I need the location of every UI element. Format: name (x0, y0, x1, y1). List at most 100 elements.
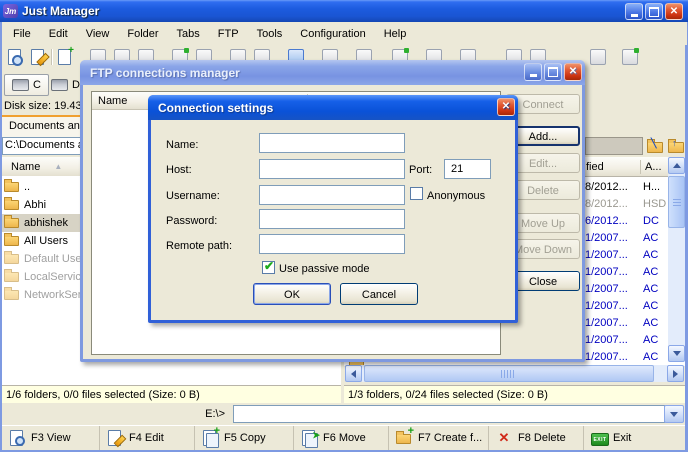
name-field[interactable] (259, 133, 405, 153)
table-row[interactable]: 6/2012...DC (585, 213, 669, 229)
go-to-root-button[interactable]: ╲ (646, 138, 664, 154)
close-icon: ✕ (569, 67, 577, 77)
left-path-input[interactable] (3, 138, 83, 151)
modified-header-label: fied (585, 161, 640, 173)
list-item[interactable]: Abhi (2, 196, 82, 214)
scroll-left-button[interactable] (345, 365, 362, 382)
menu-tools[interactable]: Tools (248, 24, 292, 44)
menu-ftp[interactable]: FTP (209, 24, 248, 44)
toolbar-icon[interactable] (622, 49, 638, 65)
list-item-selected[interactable]: abhishek (2, 214, 82, 232)
scroll-right-button[interactable] (667, 365, 684, 382)
menu-edit[interactable]: Edit (40, 24, 77, 44)
scroll-up-button[interactable] (668, 157, 685, 174)
tab-documents-and-settings[interactable]: Documents and (2, 115, 84, 137)
remote-path-label: Remote path: (166, 240, 232, 252)
horizontal-scrollbar-thumb[interactable] (364, 365, 654, 382)
f6-move-button[interactable]: ➤ F6 Move (294, 426, 389, 450)
command-history-dropdown-button[interactable] (664, 405, 684, 423)
close-icon: ✕ (670, 7, 678, 17)
command-line-row: E:\> (2, 403, 685, 425)
settings-close-button[interactable]: ✕ (497, 98, 515, 116)
menu-configuration[interactable]: Configuration (291, 24, 374, 44)
host-field[interactable] (259, 159, 405, 179)
ftp-close-button[interactable]: ✕ (564, 63, 582, 81)
remote-path-field[interactable] (259, 234, 405, 254)
maximize-button[interactable] (645, 3, 663, 20)
view-icon[interactable] (8, 49, 21, 65)
new-folder-icon: + (396, 430, 412, 446)
list-item[interactable]: Default Use (2, 250, 82, 268)
vertical-scrollbar-thumb[interactable] (668, 176, 685, 228)
right-path-bar[interactable] (585, 137, 643, 155)
left-name-column-header[interactable]: Name ▲ (2, 157, 83, 177)
disk-size-text: Disk size: 19.43 (4, 100, 80, 112)
table-row[interactable]: 1/2007...AC (585, 264, 669, 280)
settings-dialog-title: Connection settings (158, 101, 273, 115)
table-row[interactable]: 8/2012...HSD (585, 196, 669, 212)
right-status-text: 1/3 folders, 0/24 files selected (Size: … (348, 389, 548, 401)
column-divider (640, 160, 641, 174)
password-field[interactable] (259, 209, 405, 229)
ftp-maximize-button[interactable] (544, 63, 562, 81)
chevron-down-icon (670, 412, 678, 417)
name-label: Name: (166, 139, 198, 151)
passive-mode-label: Use passive mode (279, 263, 370, 275)
drive-c-button[interactable]: C (4, 74, 49, 96)
scroll-down-button[interactable] (668, 345, 685, 362)
menu-view[interactable]: View (77, 24, 119, 44)
username-label: Username: (166, 190, 220, 202)
right-columns-header[interactable]: fied A... (585, 157, 669, 177)
edit-icon[interactable] (31, 49, 44, 65)
menu-file[interactable]: File (4, 24, 40, 44)
username-field[interactable] (259, 185, 405, 205)
list-item[interactable]: NetworkSer (2, 286, 82, 304)
table-row[interactable]: 1/2007...AC (585, 230, 669, 246)
f4-edit-button[interactable]: F4 Edit (100, 426, 195, 450)
ftp-dialog-titlebar: FTP connections manager ✕ (80, 60, 585, 85)
folder-icon (4, 218, 19, 228)
table-row[interactable]: 1/2007...AC (585, 298, 669, 314)
table-row[interactable]: 1/2007...AC (585, 281, 669, 297)
menu-tabs[interactable]: Tabs (168, 24, 209, 44)
list-item[interactable]: All Users (2, 232, 82, 250)
copy-icon[interactable]: + (58, 49, 71, 65)
command-line-input[interactable] (233, 405, 665, 423)
f8-delete-button[interactable]: ✕ F8 Delete (489, 426, 584, 450)
table-row[interactable]: 1/2007...AC (585, 247, 669, 263)
table-row[interactable]: 1/2007...AC (585, 315, 669, 331)
menu-help[interactable]: Help (375, 24, 416, 44)
passive-mode-checkbox[interactable]: ✔ (262, 261, 275, 274)
list-item[interactable]: LocalServic (2, 268, 82, 286)
settings-dialog-titlebar: Connection settings ✕ (148, 95, 518, 120)
table-row[interactable]: 1/2007...AC (585, 332, 669, 348)
table-row[interactable]: 8/2012...H... (585, 179, 669, 195)
close-button[interactable]: ✕ (665, 3, 683, 20)
folder-icon (4, 272, 19, 282)
go-up-button[interactable]: ↑ (667, 138, 685, 154)
f7-create-folder-button[interactable]: + F7 Create f... (389, 426, 489, 450)
password-label: Password: (166, 215, 217, 227)
toolbar-icon[interactable] (590, 49, 606, 65)
attr-header-label: A... (645, 161, 662, 173)
table-row[interactable]: 1/2007...AC (585, 349, 669, 365)
cancel-button[interactable]: Cancel (340, 283, 418, 305)
ok-button[interactable]: OK (253, 283, 331, 305)
anonymous-checkbox[interactable] (410, 187, 423, 200)
list-item[interactable]: .. (2, 178, 82, 196)
port-field[interactable] (444, 159, 491, 179)
exit-button[interactable]: EXIT Exit (584, 426, 685, 450)
menu-folder[interactable]: Folder (118, 24, 167, 44)
ftp-dialog-title: FTP connections manager (90, 66, 240, 80)
exit-icon: EXIT (591, 430, 607, 446)
drive-c-label: C (33, 79, 41, 91)
menu-bar: File Edit View Folder Tabs FTP Tools Con… (2, 22, 687, 45)
f3-view-button[interactable]: F3 View (2, 426, 100, 450)
name-header-label: Name (2, 161, 40, 173)
f5-copy-button[interactable]: + F5 Copy (195, 426, 294, 450)
left-path-bar[interactable] (2, 137, 83, 155)
ftp-minimize-button[interactable] (524, 63, 542, 81)
drive-d-label: D (72, 79, 80, 91)
minimize-button[interactable] (625, 3, 643, 20)
drive-icon (12, 79, 29, 91)
